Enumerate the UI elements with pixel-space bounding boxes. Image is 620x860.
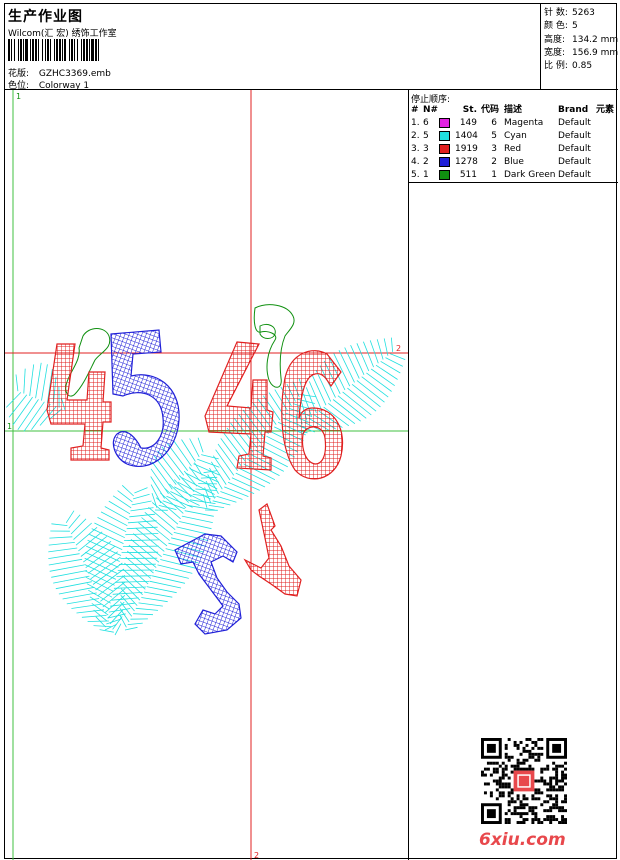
stop-sequence-code: 5	[491, 131, 497, 141]
production-sheet: 生产作业图 Wilcom(汇 宏) 绣饰工作室 花版: GZHC3369.emb…	[4, 3, 618, 860]
stop-sequence-brand: Default	[558, 131, 591, 141]
stop-sequence-row: 1. 6 149 6 Magenta Default	[409, 117, 618, 130]
stop-sequence-st: 1278	[455, 157, 478, 167]
stop-sequence-num: 2.	[411, 131, 420, 141]
stop-sequence-num: 3.	[411, 144, 420, 154]
stop-sequence-desc: Dark Green	[504, 170, 556, 180]
stop-sequence-code: 1	[491, 170, 497, 180]
stop-sequence-n: 6	[423, 118, 429, 128]
stat-scale: 比 例: 0.85	[544, 61, 593, 72]
red-digit-four-left	[46, 343, 112, 461]
stat-stitches: 针 数: 5263	[544, 8, 595, 18]
design-preview: 1 1 2 2	[5, 90, 409, 860]
stop-sequence-num: 4.	[411, 157, 420, 167]
stop-sequence-code: 2	[491, 157, 497, 167]
stop-sequence-header: # N# St. 代码 描述 Brand 元素	[411, 105, 615, 115]
stop-sequence-st: 149	[459, 118, 477, 128]
stop-sequence-row: 3. 3 1919 3 Red Default	[409, 143, 618, 156]
stat-height: 高度: 134.2 mm	[544, 34, 619, 45]
guide-label-right: 2	[396, 344, 401, 353]
red-digit-four-right	[204, 341, 274, 471]
design-stats: 针 数: 5263 颜 色: 5 高度: 134.2 mm 宽度: 156.9 mm 比…	[540, 4, 618, 90]
stop-sequence-desc: Blue	[504, 157, 524, 167]
stop-sequence-num: 1.	[411, 118, 420, 128]
color-swatch	[439, 131, 450, 141]
guide-label-bottom: 2	[254, 851, 259, 860]
stop-sequence-desc: Magenta	[504, 118, 544, 128]
color-swatch	[439, 144, 450, 154]
stop-sequence-code: 6	[491, 118, 497, 128]
red-letter-j	[243, 503, 302, 597]
barcode	[8, 39, 99, 61]
company-name: Wilcom(汇 宏) 绣饰工作室	[8, 29, 117, 39]
stop-sequence-code: 3	[491, 144, 497, 154]
stop-sequence-desc: Red	[504, 144, 522, 154]
qr-code[interactable]	[481, 738, 567, 824]
stop-sequence-row: 4. 2 1278 2 Blue Default	[409, 156, 618, 169]
stat-colors: 颜 色: 5	[544, 21, 578, 32]
guide-label-top-left: 1	[16, 92, 21, 101]
stop-sequence-n: 1	[423, 170, 429, 180]
stop-sequence-desc: Cyan	[504, 131, 527, 141]
color-swatch	[439, 157, 450, 167]
stop-sequence-brand: Default	[558, 170, 591, 180]
stop-sequence-brand: Default	[558, 157, 591, 167]
stop-sequence-num: 5.	[411, 170, 420, 180]
stop-sequence-brand: Default	[558, 144, 591, 154]
stop-sequence-row: 2. 5 1404 5 Cyan Default	[409, 130, 618, 143]
stop-sequence-brand: Default	[558, 118, 591, 128]
blue-letter-j	[174, 533, 242, 635]
header: 生产作业图 Wilcom(汇 宏) 绣饰工作室 花版: GZHC3369.emb…	[5, 4, 618, 91]
blue-digit-five	[110, 329, 180, 467]
stop-sequence-row: 5. 1 511 1 Dark Green Default	[409, 169, 618, 182]
stop-sequence-n: 2	[423, 157, 429, 167]
guide-label-left: 1	[7, 422, 12, 431]
stop-sequence-st: 511	[459, 170, 477, 180]
color-swatch	[439, 118, 450, 128]
stop-sequence-n: 5	[423, 131, 429, 141]
stop-sequence-st: 1404	[455, 131, 478, 141]
embroidery-canvas: 1 1 2 2	[5, 90, 408, 860]
stop-sequence-st: 1919	[455, 144, 478, 154]
sheet-title: 生产作业图	[8, 9, 83, 25]
stat-width: 宽度: 156.9 mm	[544, 47, 619, 58]
stop-sequence-n: 3	[423, 144, 429, 154]
site-watermark: 6xiu.com	[479, 830, 566, 850]
color-swatch	[439, 170, 450, 180]
stop-sequence-panel: 停止顺序: # N# St. 代码 描述 Brand 元素 1. 6 149 6 Mag…	[409, 90, 618, 183]
